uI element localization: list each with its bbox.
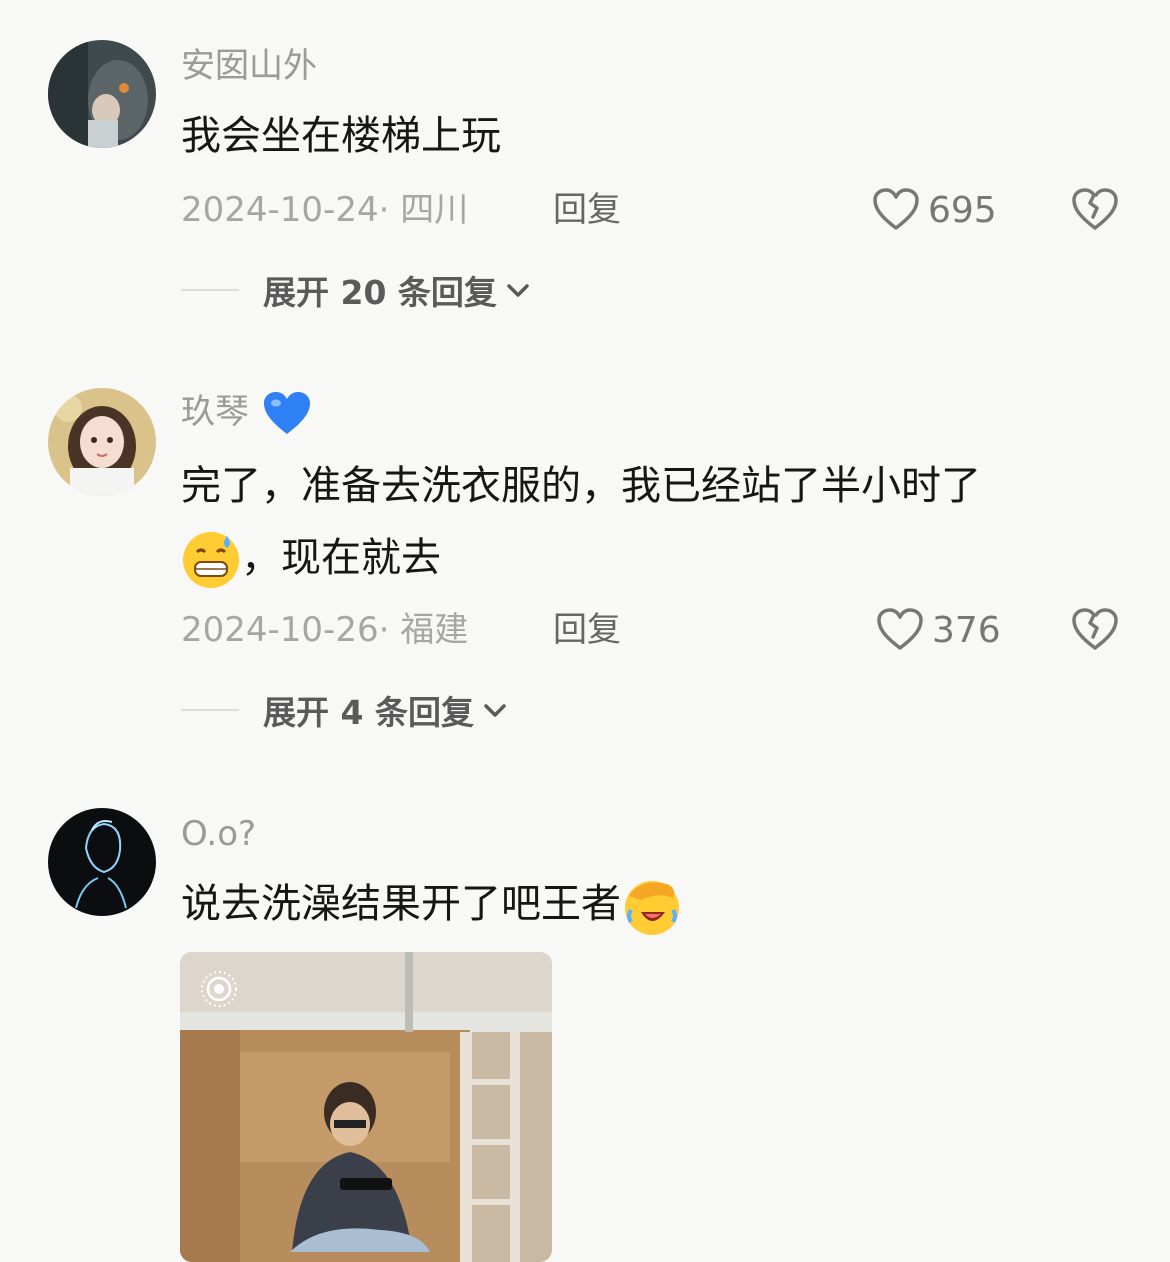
live-photo-icon (201, 971, 237, 1007)
comment-text: 我会坐在楼梯上玩 (181, 113, 501, 159)
heart-outline-icon (873, 188, 919, 230)
username-text: 玖琴 (181, 392, 249, 432)
comment-text-line: 完了，准备去洗衣服的，我已经站了半小时了 (181, 463, 981, 509)
expand-replies-label: 展开 4 条回复 (263, 693, 474, 732)
comment-text-body: 说去洗澡结果开了吧王者 (181, 881, 621, 927)
expand-replies-button[interactable]: 展开 4 条回复 (181, 688, 508, 732)
comment-text: 说去洗澡结果开了吧王者 (181, 868, 1070, 940)
comment-text-suffix: ，现在就去 (241, 535, 441, 581)
facepalm-laugh-icon (625, 881, 679, 935)
comment-photo[interactable] (180, 952, 552, 1262)
expand-replies-button[interactable]: 展开 20 条回复 (181, 268, 531, 312)
chevron-down-icon (507, 284, 529, 297)
like-button[interactable]: 695 (872, 185, 997, 235)
expand-replies-label: 展开 20 条回复 (263, 273, 497, 312)
chevron-down-icon (484, 704, 506, 717)
comment-text-line: ，现在就去 (181, 522, 1070, 594)
avatar[interactable] (48, 808, 156, 916)
reply-button[interactable]: 回复 (553, 608, 621, 652)
heart-outline-icon (877, 608, 923, 650)
like-count: 695 (928, 189, 997, 231)
comment-date-location: 2024-10-24· 四川 (181, 190, 469, 230)
broken-heart-icon (1072, 608, 1118, 650)
grinning-sweat-icon (183, 532, 239, 588)
like-button[interactable]: 376 (876, 605, 1001, 655)
avatar[interactable] (48, 40, 156, 148)
broken-heart-icon (1072, 188, 1118, 230)
username[interactable]: 安囡山外 (181, 44, 317, 88)
like-count: 376 (932, 609, 1001, 651)
avatar[interactable] (48, 388, 156, 496)
comment-text: 完了，准备去洗衣服的，我已经站了半小时了 ，现在就去 (181, 450, 1070, 594)
divider (181, 709, 239, 711)
blue-heart-icon (263, 391, 310, 434)
username[interactable]: 玖琴 (181, 390, 312, 437)
divider (181, 289, 239, 291)
dislike-button[interactable] (1070, 604, 1120, 654)
username[interactable]: O.o? (181, 812, 256, 856)
reply-button[interactable]: 回复 (553, 188, 621, 232)
comment-date-location: 2024-10-26· 福建 (181, 610, 469, 650)
dislike-button[interactable] (1070, 184, 1120, 234)
